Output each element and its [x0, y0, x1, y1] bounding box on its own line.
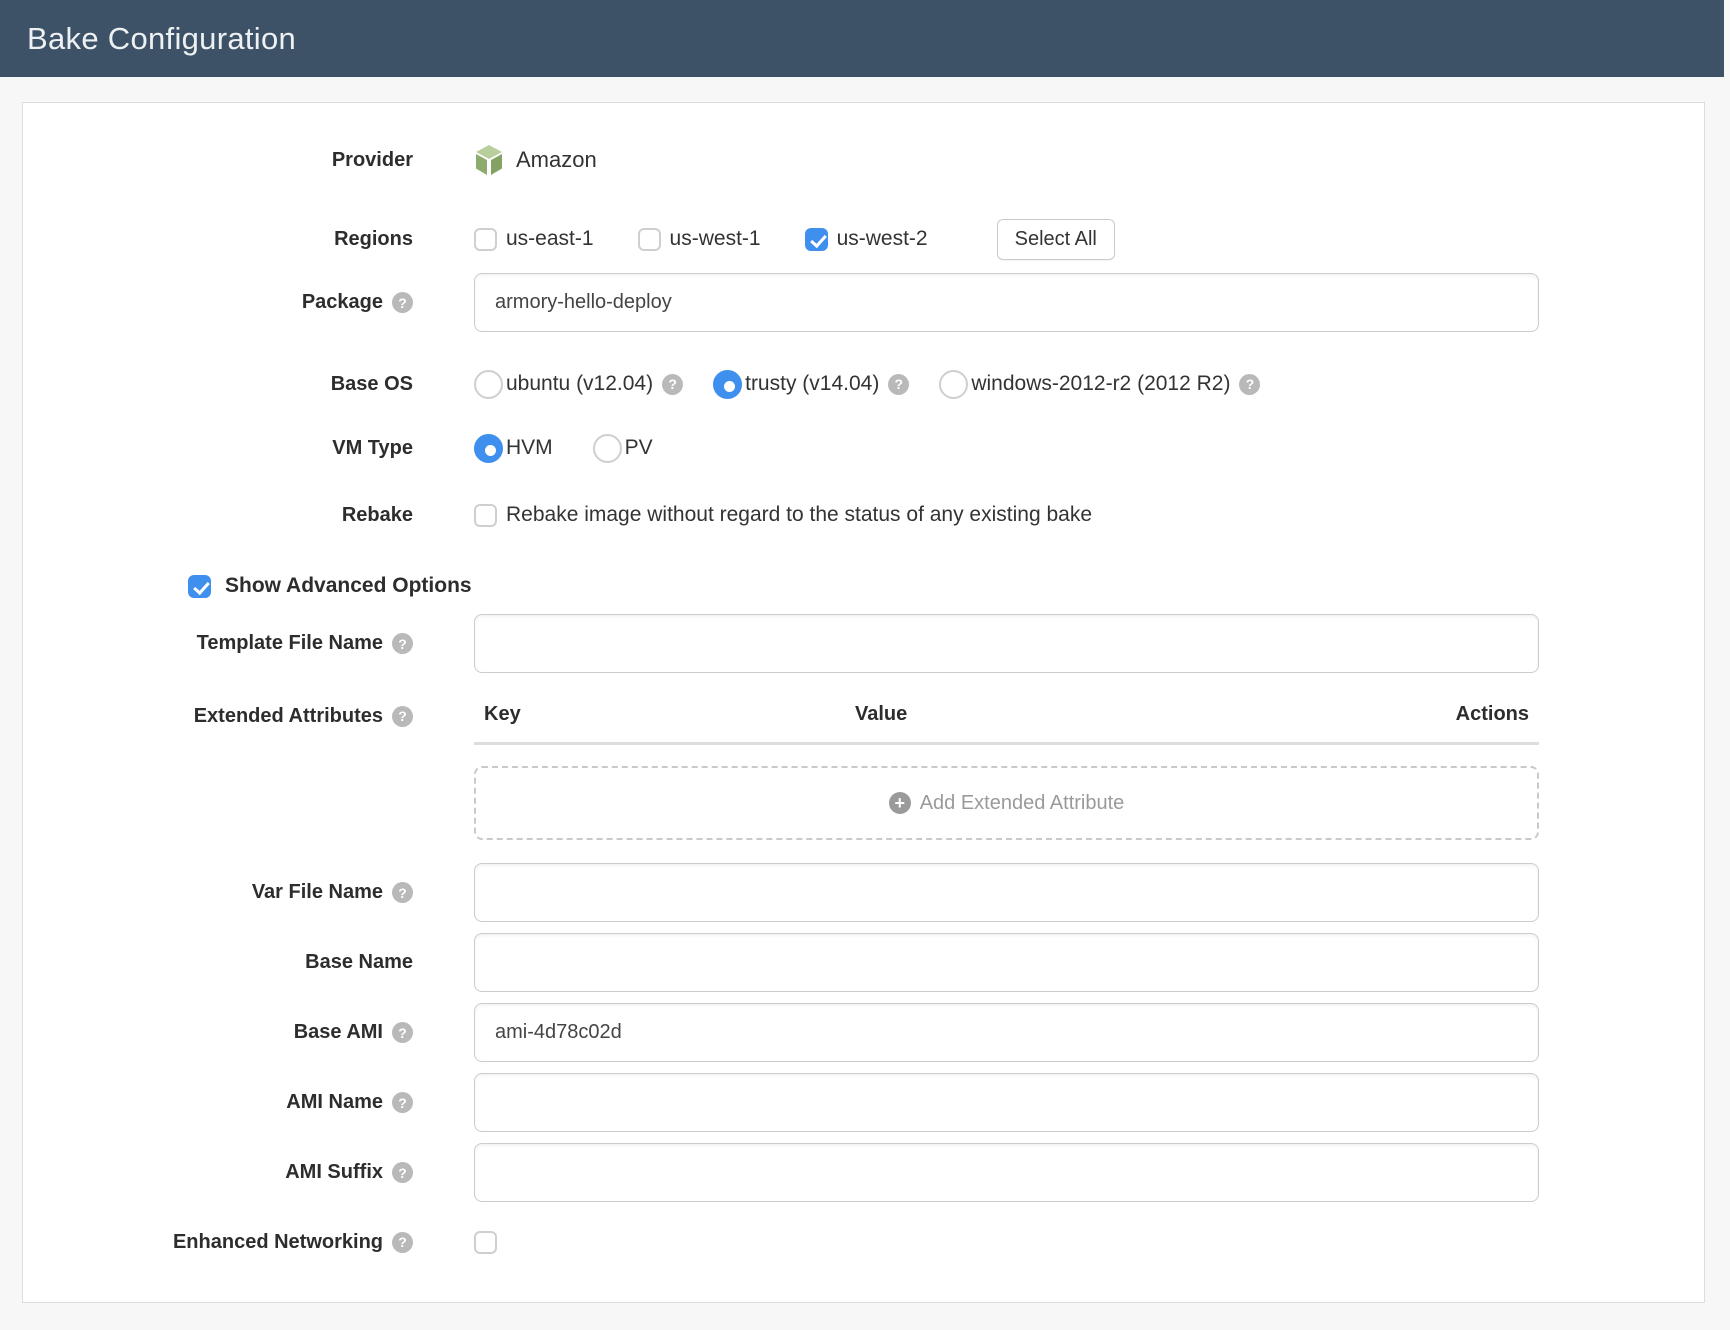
region-option-us-east-1[interactable]: us-east-1 — [474, 227, 594, 251]
page-title: Bake Configuration — [27, 21, 296, 57]
package-row: Package — [23, 273, 1539, 332]
ami-suffix-row: AMI Suffix — [23, 1143, 1539, 1202]
help-icon[interactable] — [392, 1092, 413, 1113]
rebake-checkbox[interactable] — [474, 504, 497, 527]
vm-type-option-pv[interactable]: PV — [593, 434, 653, 463]
base-name-row: Base Name — [23, 933, 1539, 992]
windows-2012-r2-radio[interactable] — [939, 370, 968, 399]
page-header: Bake Configuration — [0, 0, 1724, 77]
extended-attributes-header: Key Value Actions — [474, 703, 1539, 745]
ami-name-input[interactable] — [474, 1073, 1539, 1132]
base-name-label: Base Name — [305, 951, 413, 974]
base-os-option-trusty[interactable]: trusty (v14.04) — [713, 370, 909, 399]
region-option-us-west-1[interactable]: us-west-1 — [638, 227, 761, 251]
ami-suffix-label: AMI Suffix — [285, 1161, 383, 1184]
vm-type-option-hvm[interactable]: HVM — [474, 434, 553, 463]
add-extended-attribute-button[interactable]: Add Extended Attribute — [474, 766, 1539, 840]
help-icon[interactable] — [392, 1162, 413, 1183]
base-ami-row: Base AMI — [23, 1003, 1539, 1062]
regions-label: Regions — [23, 228, 413, 251]
template-file-name-label: Template File Name — [197, 632, 383, 655]
base-os-label: Base OS — [23, 373, 413, 396]
add-extended-attribute-label: Add Extended Attribute — [920, 792, 1125, 815]
show-advanced-label: Show Advanced Options — [225, 574, 472, 598]
column-header-value: Value — [855, 703, 1456, 726]
vm-type-row: VM Type HVM PV — [23, 432, 1539, 464]
var-file-name-label: Var File Name — [252, 881, 383, 904]
help-icon[interactable] — [888, 374, 909, 395]
amazon-cube-icon — [474, 144, 504, 176]
template-file-name-row: Template File Name — [23, 614, 1539, 673]
column-header-actions: Actions — [1456, 703, 1529, 726]
extended-attributes-label: Extended Attributes — [194, 703, 383, 729]
vm-type-label: VM Type — [23, 437, 413, 460]
trusty-radio[interactable] — [713, 370, 742, 399]
help-icon[interactable] — [392, 292, 413, 313]
ubuntu-label: ubuntu (v12.04) — [506, 372, 653, 396]
show-advanced-options[interactable]: Show Advanced Options — [188, 571, 472, 601]
show-advanced-checkbox[interactable] — [188, 575, 211, 598]
var-file-name-row: Var File Name — [23, 863, 1539, 922]
column-header-key: Key — [484, 703, 855, 726]
hvm-label: HVM — [506, 436, 553, 460]
ami-name-row: AMI Name — [23, 1073, 1539, 1132]
var-file-name-input[interactable] — [474, 863, 1539, 922]
provider-label: Provider — [23, 149, 413, 172]
ami-suffix-input[interactable] — [474, 1143, 1539, 1202]
rebake-checkbox-label: Rebake image without regard to the statu… — [506, 503, 1092, 527]
region-option-us-west-2[interactable]: us-west-2 — [805, 227, 928, 251]
plus-circle-icon — [889, 792, 911, 814]
regions-row: Regions us-east-1 us-west-1 us-west-2 Se… — [23, 218, 1539, 260]
us-west-2-checkbox[interactable] — [805, 228, 828, 251]
extended-attributes-row: Extended Attributes Key Value Actions Ad… — [23, 703, 1539, 840]
package-label: Package — [302, 291, 383, 314]
pv-radio[interactable] — [593, 434, 622, 463]
enhanced-networking-row: Enhanced Networking — [23, 1227, 1539, 1257]
pv-label: PV — [625, 436, 653, 460]
help-icon[interactable] — [392, 1232, 413, 1253]
help-icon[interactable] — [392, 633, 413, 654]
us-east-1-checkbox[interactable] — [474, 228, 497, 251]
help-icon[interactable] — [392, 1022, 413, 1043]
windows-2012-r2-label: windows-2012-r2 (2012 R2) — [971, 372, 1230, 396]
trusty-label: trusty (v14.04) — [745, 372, 879, 396]
us-east-1-label: us-east-1 — [506, 227, 594, 251]
base-name-input[interactable] — [474, 933, 1539, 992]
us-west-2-label: us-west-2 — [837, 227, 928, 251]
provider-value: Amazon — [516, 147, 597, 173]
rebake-option[interactable]: Rebake image without regard to the statu… — [474, 503, 1092, 527]
rebake-row: Rebake Rebake image without regard to th… — [23, 500, 1539, 530]
help-icon[interactable] — [392, 706, 413, 727]
package-input[interactable] — [474, 273, 1539, 332]
ami-name-label: AMI Name — [286, 1091, 383, 1114]
us-west-1-label: us-west-1 — [670, 227, 761, 251]
ubuntu-radio[interactable] — [474, 370, 503, 399]
enhanced-networking-label: Enhanced Networking — [173, 1231, 383, 1254]
provider-row: Provider Amazon — [23, 141, 1539, 179]
bake-configuration-panel: Provider Amazon Regions us-east-1 us-wes… — [22, 102, 1705, 1303]
rebake-label: Rebake — [23, 504, 413, 527]
us-west-1-checkbox[interactable] — [638, 228, 661, 251]
hvm-radio[interactable] — [474, 434, 503, 463]
base-os-row: Base OS ubuntu (v12.04) trusty (v14.04) … — [23, 368, 1539, 400]
template-file-name-input[interactable] — [474, 614, 1539, 673]
help-icon[interactable] — [392, 882, 413, 903]
base-ami-input[interactable] — [474, 1003, 1539, 1062]
select-all-button[interactable]: Select All — [997, 219, 1115, 260]
help-icon[interactable] — [1239, 374, 1260, 395]
base-ami-label: Base AMI — [294, 1021, 383, 1044]
base-os-option-windows-2012-r2[interactable]: windows-2012-r2 (2012 R2) — [939, 370, 1260, 399]
base-os-option-ubuntu[interactable]: ubuntu (v12.04) — [474, 370, 683, 399]
enhanced-networking-checkbox[interactable] — [474, 1231, 497, 1254]
help-icon[interactable] — [662, 374, 683, 395]
